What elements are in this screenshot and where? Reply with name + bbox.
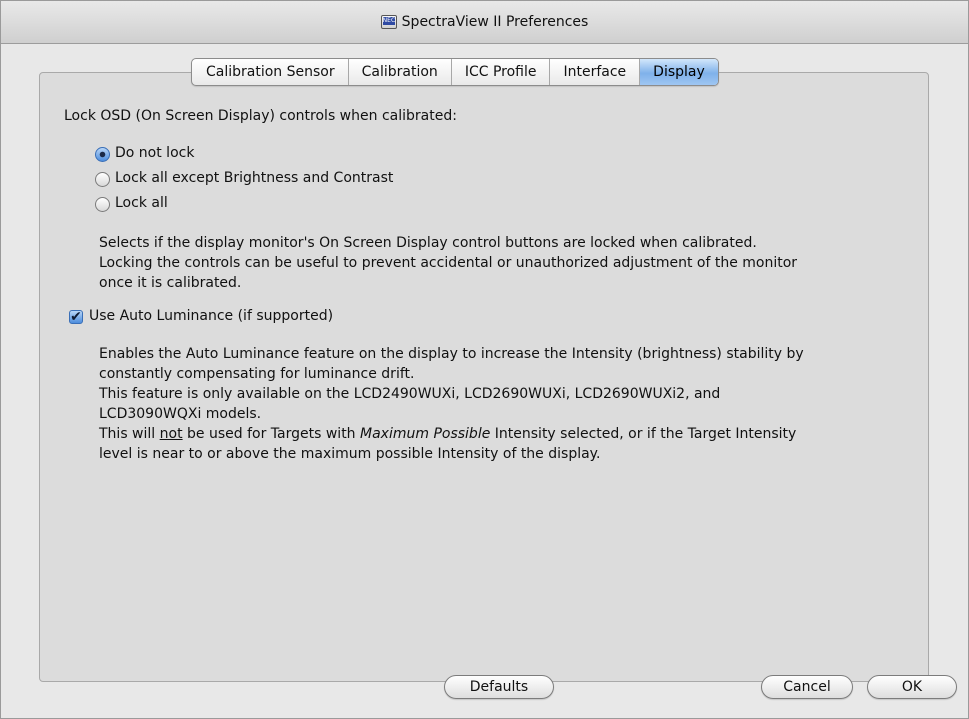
- radio-do-not-lock-label[interactable]: Do not lock: [115, 145, 194, 161]
- radio-do-not-lock[interactable]: [95, 147, 110, 162]
- preferences-tab-bar: Calibration Sensor Calibration ICC Profi…: [191, 58, 719, 86]
- tab-calibration[interactable]: Calibration: [347, 59, 451, 85]
- preferences-window: NEC SpectraView II Preferences Calibrati…: [0, 0, 969, 719]
- radio-lock-all[interactable]: [95, 197, 110, 212]
- lock-osd-heading: Lock OSD (On Screen Display) controls wh…: [64, 108, 457, 124]
- auto-luminance-description: Enables the Auto Luminance feature on th…: [99, 346, 804, 462]
- tab-interface[interactable]: Interface: [549, 59, 639, 85]
- ok-button[interactable]: OK: [867, 675, 957, 699]
- radio-lock-all-except-label[interactable]: Lock all except Brightness and Contrast: [115, 170, 393, 186]
- cancel-button[interactable]: Cancel: [761, 675, 853, 699]
- title-bar[interactable]: NEC SpectraView II Preferences: [1, 1, 968, 44]
- auto-luminance-checkbox[interactable]: ✔: [69, 310, 83, 324]
- radio-lock-all-except-brightness-contrast[interactable]: [95, 172, 110, 187]
- nec-app-icon: NEC: [380, 15, 397, 29]
- tab-icc-profile[interactable]: ICC Profile: [450, 59, 550, 85]
- auto-luminance-note: This will not be used for Targets with M…: [99, 426, 797, 442]
- window-title: SpectraView II Preferences: [401, 14, 589, 30]
- radio-lock-all-label[interactable]: Lock all: [115, 195, 168, 211]
- tab-calibration-sensor[interactable]: Calibration Sensor: [192, 59, 348, 85]
- lock-osd-description: Selects if the display monitor's On Scre…: [99, 235, 798, 291]
- tab-display[interactable]: Display: [639, 59, 718, 85]
- defaults-button[interactable]: Defaults: [444, 675, 554, 699]
- auto-luminance-label[interactable]: Use Auto Luminance (if supported): [89, 308, 333, 324]
